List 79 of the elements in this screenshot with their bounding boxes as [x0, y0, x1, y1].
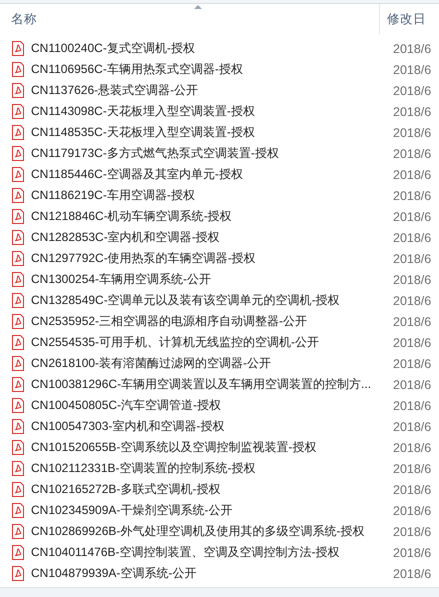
file-name[interactable]: CN1186219C-车用空调器-授权 [31, 187, 387, 204]
pdf-file-icon [12, 188, 24, 203]
pdf-file-icon [12, 419, 24, 434]
file-name[interactable]: CN100381296C-车辆用空调装置以及车辆用空调装置的控制方... [31, 376, 387, 393]
modified-date: 2018/6 [393, 62, 432, 76]
modified-date: 2018/6 [393, 104, 432, 118]
modified-date: 2018/6 [393, 42, 432, 56]
file-name[interactable]: CN1148535C-天花板埋入型空调装置-授权 [31, 124, 387, 141]
modified-date: 2018/6 [393, 294, 432, 308]
modified-date: 2018/6 [393, 504, 432, 518]
file-name[interactable]: CN1100240C-复式空调机-授权 [31, 40, 387, 57]
modified-date: 2018/6 [393, 378, 432, 392]
pdf-file-icon [12, 566, 24, 581]
modified-date: 2018/6 [393, 146, 432, 160]
file-name[interactable]: CN100450805C-汽车空调管道-授权 [31, 397, 387, 414]
modified-date: 2018/6 [393, 398, 432, 412]
modified-date: 2018/6 [393, 168, 432, 182]
file-name[interactable]: CN1218846C-机动车辆空调系统-授权 [31, 208, 387, 225]
modified-date: 2018/6 [393, 524, 432, 538]
modified-date: 2018/6 [393, 252, 432, 266]
pdf-file-icon [12, 146, 24, 161]
pdf-file-icon [12, 167, 24, 182]
pdf-file-icon [12, 356, 24, 371]
modified-date: 2018/6 [393, 84, 432, 98]
modified-date: 2018/6 [393, 440, 432, 454]
pdf-file-icon [12, 125, 24, 140]
modified-date: 2018/6 [393, 546, 432, 560]
modified-date: 2018/6 [393, 356, 432, 370]
pdf-file-icon [12, 335, 24, 350]
file-name[interactable]: CN2535952-三相空调器的电源相序自动调整器-公开 [31, 313, 387, 330]
file-name[interactable]: CN102345909A-干燥剂空调系统-公开 [31, 502, 387, 519]
pdf-file-icon [12, 62, 24, 77]
file-name[interactable]: CN100547303-室内机和空调器-授权 [31, 418, 387, 435]
pdf-file-icon [12, 272, 24, 287]
pdf-file-icon [12, 461, 24, 476]
pdf-file-icon [12, 545, 24, 560]
pdf-file-icon [12, 377, 24, 392]
pdf-file-icon [12, 503, 24, 518]
modified-date: 2018/6 [393, 210, 432, 224]
modified-date: 2018/6 [393, 272, 432, 286]
modified-date: 2018/6 [393, 482, 432, 496]
file-name[interactable]: CN1137626-悬装式空调器-公开 [31, 82, 387, 99]
pdf-file-icon [12, 230, 24, 245]
pdf-file-icon [12, 104, 24, 119]
file-name[interactable]: CN2618100-装有溶菌酶过滤网的空调器-公开 [31, 355, 387, 372]
file-name[interactable]: CN1106956C-车辆用热泵式空调器-授权 [31, 61, 387, 78]
file-name[interactable]: CN1297792C-使用热泵的车辆空调器-授权 [31, 250, 387, 267]
modified-date: 2018/6 [393, 314, 432, 328]
modified-date: 2018/6 [393, 462, 432, 476]
file-name[interactable]: CN1179173C-多方式燃气热泵式空调装置-授权 [31, 145, 387, 162]
pdf-file-icon [12, 482, 24, 497]
file-name[interactable]: CN104879939A-空调系统-公开 [31, 565, 387, 582]
file-name[interactable]: CN1143098C-天花板埋入型空调装置-授权 [31, 103, 387, 120]
file-name[interactable]: CN2554535-可用手机、计算机无线监控的空调机-公开 [31, 334, 387, 351]
pdf-file-icon [12, 314, 24, 329]
pdf-file-icon [12, 524, 24, 539]
modified-date: 2018/6 [393, 230, 432, 244]
file-name[interactable]: CN102112331B-空调装置的控制系统-授权 [31, 460, 387, 477]
modified-date: 2018/6 [393, 420, 432, 434]
pdf-file-icon [12, 41, 24, 56]
file-name[interactable]: CN102165272B-多联式空调机-授权 [31, 481, 387, 498]
pdf-file-icon [12, 398, 24, 413]
pdf-file-icon [12, 440, 24, 455]
pdf-file-icon [12, 251, 24, 266]
pdf-file-icon [12, 293, 24, 308]
file-name[interactable]: CN102869926B-外气处理空调机及使用其的多级空调系统-授权 [31, 523, 387, 540]
file-name[interactable]: CN104011476B-空调控制装置、空调及空调控制方法-授权 [31, 544, 387, 561]
modified-date: 2018/6 [393, 336, 432, 350]
horizontal-scrollbar[interactable] [0, 587, 439, 597]
file-name[interactable]: CN1282853C-室内机和空调器-授权 [31, 229, 387, 246]
modified-date: 2018/6 [393, 566, 432, 580]
file-name[interactable]: CN101520655B-空调系统以及空调控制监视装置-授权 [31, 439, 387, 456]
pdf-file-icon [12, 83, 24, 98]
modified-date: 2018/6 [393, 188, 432, 202]
file-name[interactable]: CN1300254-车辆用空调系统-公开 [31, 271, 387, 288]
modified-date: 2018/6 [393, 126, 432, 140]
file-name[interactable]: CN1328549C-空调单元以及装有该空调单元的空调机-授权 [31, 292, 387, 309]
file-name[interactable]: CN1185446C-空调器及其室内单元-授权 [31, 166, 387, 183]
pdf-file-icon [12, 209, 24, 224]
